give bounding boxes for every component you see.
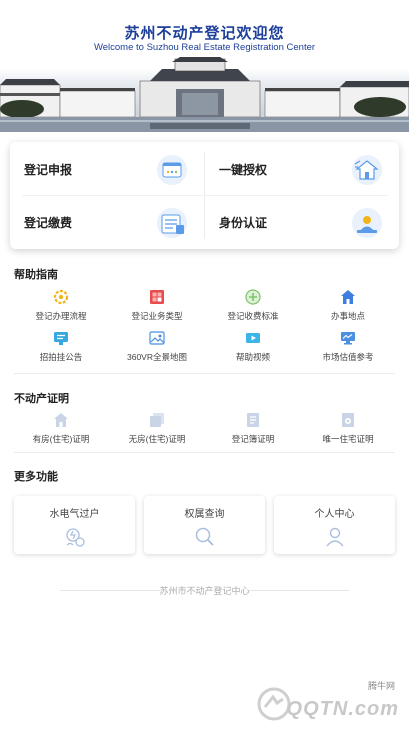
user-icon <box>324 526 346 548</box>
help-item-label: 登记收费标准 <box>227 311 279 321</box>
certificate-item-label: 登记簿证明 <box>231 434 275 444</box>
certificate-item-unique-house[interactable]: 唯一住宅证明 <box>298 412 398 445</box>
watermark-small-text: 腾牛网 <box>367 681 395 691</box>
register-apply-button[interactable]: 登记申报 <box>10 143 204 196</box>
register-book-icon <box>245 412 261 428</box>
divider <box>14 452 395 453</box>
help-item-label: 登记业务类型 <box>131 311 183 321</box>
process-icon <box>53 289 69 305</box>
help-item-help-video[interactable]: 帮助视频 <box>203 330 303 363</box>
banner-title: 苏州不动产登记欢迎您 <box>124 25 285 42</box>
quick-label: 身份认证 <box>219 216 268 230</box>
utility-transfer-icon <box>64 526 86 548</box>
identity-verify-button[interactable]: 身份认证 <box>205 196 399 249</box>
watermark: 腾牛网 QQTN.com <box>243 679 403 723</box>
banner-subtitle: Welcome to Suzhou Real Estate Registrati… <box>93 42 316 53</box>
certificate-item-has-house[interactable]: 有房(住宅)证明 <box>11 412 111 445</box>
footer-text: 苏州市不动产登记中心 <box>159 586 250 596</box>
search-icon <box>194 526 216 548</box>
help-item-office-location[interactable]: 办事地点 <box>298 289 398 322</box>
help-item-business-type[interactable]: 登记业务类型 <box>107 289 207 322</box>
help-item-process[interactable]: 登记办理流程 <box>11 289 111 322</box>
help-item-market-value[interactable]: 市场估值参考 <box>298 330 398 363</box>
payment-icon <box>156 207 188 239</box>
certificate-item-label: 有房(住宅)证明 <box>32 434 90 444</box>
section-title-help: 帮助指南 <box>14 269 58 281</box>
one-click-authorize-button[interactable]: 一键授权 <box>205 143 399 196</box>
more-item-label: 个人中心 <box>314 509 355 520</box>
section-title-more: 更多功能 <box>14 471 58 483</box>
register-payment-button[interactable]: 登记缴费 <box>10 196 204 249</box>
help-item-label: 登记办理流程 <box>35 311 87 321</box>
help-item-label: 市场估值参考 <box>322 352 374 362</box>
more-item-label: 水电气过户 <box>49 509 100 520</box>
certificate-item-label: 唯一住宅证明 <box>322 434 374 444</box>
section-title-certificate: 不动产证明 <box>14 393 69 405</box>
watermark-big-text: QQTN.com <box>286 698 399 720</box>
utility-transfer-button[interactable]: 水电气过户 <box>14 496 135 554</box>
home-authorize-icon <box>351 154 383 186</box>
help-item-auction-notice[interactable]: 招拍挂公告 <box>11 330 111 363</box>
help-item-label: 招拍挂公告 <box>39 352 83 362</box>
certificate-item-no-house[interactable]: 无房(住宅)证明 <box>107 412 207 445</box>
help-item-fee-standard[interactable]: 登记收费标准 <box>203 289 303 322</box>
more-item-label: 权属查询 <box>184 509 225 520</box>
business-type-icon <box>149 289 165 305</box>
quick-label: 登记缴费 <box>24 216 73 230</box>
ownership-query-button[interactable]: 权属查询 <box>144 496 265 554</box>
certificate-item-label: 无房(住宅)证明 <box>128 434 186 444</box>
quick-actions-card: 登记申报 一键授权 登记缴费 身份认证 <box>10 142 399 249</box>
personal-center-button[interactable]: 个人中心 <box>274 496 395 554</box>
quick-label: 登记申报 <box>24 163 73 177</box>
no-house-icon <box>149 412 165 428</box>
help-item-label: 办事地点 <box>330 311 365 321</box>
banner: 苏州不动产登记欢迎您 Welcome to Suzhou Real Estate… <box>0 0 409 132</box>
building-illustration <box>0 57 409 132</box>
identity-card-icon <box>351 207 383 239</box>
announcement-icon <box>53 330 69 346</box>
help-item-label: 360VR全景地图 <box>127 352 187 362</box>
vr-map-icon <box>149 330 165 346</box>
form-icon <box>156 154 188 186</box>
quick-label: 一键授权 <box>219 163 268 177</box>
fee-standard-icon <box>245 289 261 305</box>
house-icon <box>53 412 69 428</box>
market-value-icon <box>340 330 356 346</box>
unique-house-icon <box>340 412 356 428</box>
divider <box>14 373 395 374</box>
help-item-label: 帮助视频 <box>235 352 270 362</box>
certificate-item-register-book[interactable]: 登记簿证明 <box>203 412 303 445</box>
location-home-icon <box>340 289 356 305</box>
help-item-vr-map[interactable]: 360VR全景地图 <box>107 330 207 363</box>
video-icon <box>245 330 261 346</box>
